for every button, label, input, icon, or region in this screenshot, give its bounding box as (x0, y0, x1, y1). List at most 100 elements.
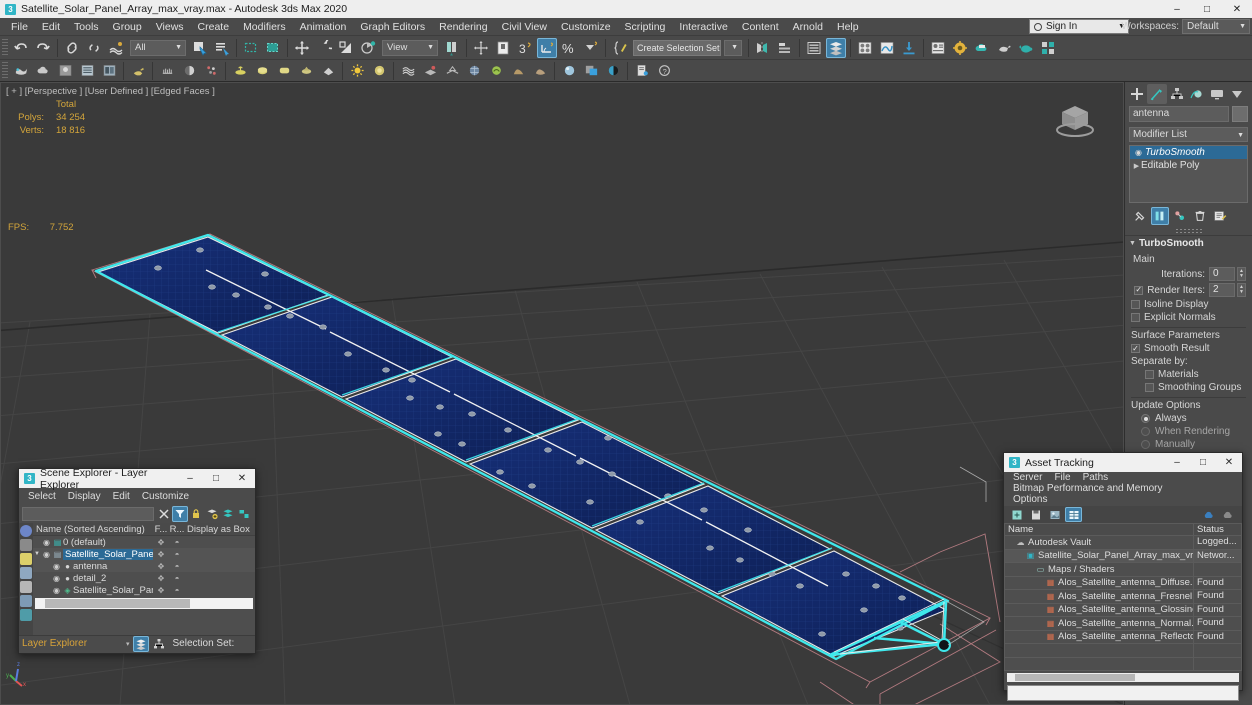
eye-icon[interactable]: ◉ (41, 550, 52, 559)
frozen-cell[interactable]: ✥ (153, 574, 169, 583)
menu-modifiers[interactable]: Modifiers (236, 18, 293, 36)
add-layer-icon[interactable] (204, 506, 220, 522)
hierarchy-mode-button[interactable] (151, 636, 167, 652)
table-row[interactable]: ▼ ◉ ▤ Satellite_Solar_Panel_Array ✥ ◓ (33, 548, 255, 560)
frozen-cell[interactable]: ✥ (153, 550, 169, 559)
vray-sphere-fade-icon[interactable] (179, 61, 199, 81)
render-iters-input[interactable]: 2 (1209, 283, 1235, 297)
rendered-frame-window-icon[interactable] (928, 38, 948, 58)
vray-clipper-icon[interactable] (398, 61, 418, 81)
se-menu-customize[interactable]: Customize (136, 491, 195, 502)
table-row[interactable]: ☁ Autodesk Vault Logged... (1004, 536, 1242, 550)
chevron-down-icon[interactable]: ▼ (33, 551, 41, 557)
table-row[interactable] (1004, 657, 1242, 671)
explicit-normals-checkbox[interactable] (1131, 313, 1140, 322)
select-and-place-icon[interactable] (358, 38, 378, 58)
undo-icon[interactable] (11, 38, 31, 58)
iterations-spinner[interactable]: ▲ ▼ (1237, 267, 1246, 281)
vray-light-lister-icon[interactable] (77, 61, 97, 81)
select-and-scale-icon[interactable] (336, 38, 356, 58)
always-radio[interactable] (1141, 414, 1150, 423)
scene-explorer-hscrollbar[interactable] (35, 598, 253, 609)
se-menu-edit[interactable]: Edit (107, 491, 136, 502)
lock-icon[interactable] (188, 506, 204, 522)
column-display-as-box[interactable]: Display as Box (185, 524, 255, 535)
pin-stack-icon[interactable] (1131, 207, 1149, 225)
menu-views[interactable]: Views (149, 18, 191, 36)
vray-sky-icon[interactable] (369, 61, 389, 81)
use-pivot-point-center-icon[interactable] (442, 38, 462, 58)
modifier-list-dropdown[interactable]: Modifier List ▼ (1129, 127, 1248, 142)
vray-enmesh-icon[interactable] (464, 61, 484, 81)
save-assets-icon[interactable] (1027, 507, 1044, 522)
lights-filter-icon[interactable] (20, 553, 32, 565)
manually-radio[interactable] (1141, 440, 1150, 449)
select-by-layer-icon[interactable] (236, 506, 252, 522)
vray-texture-icon[interactable] (581, 61, 601, 81)
layer-mode-button[interactable] (132, 635, 149, 652)
select-and-move-icon[interactable] (292, 38, 312, 58)
vray-volume-icon[interactable] (530, 61, 550, 81)
scene-explorer-minimize-button[interactable]: – (177, 469, 203, 488)
unlink-selection-icon[interactable] (84, 38, 104, 58)
chevron-down-icon[interactable]: ▾ (126, 640, 130, 648)
asset-tracking-table[interactable]: Name Status ☁ Autodesk Vault Logged... ▣ S… (1004, 523, 1242, 671)
turbosmooth-rollout-header[interactable]: ▼ TurboSmooth (1125, 235, 1252, 251)
at-menu-server[interactable]: Server (1007, 472, 1048, 483)
vray-light-dome-icon[interactable] (230, 61, 250, 81)
display-tab[interactable] (1207, 84, 1227, 104)
explicit-normals-row[interactable]: Explicit Normals (1131, 312, 1246, 323)
render-in-cloud-icon[interactable] (972, 38, 992, 58)
menu-graph-editors[interactable]: Graph Editors (353, 18, 432, 36)
scene-explorer-list[interactable]: Name (Sorted Ascending) F... R... Displa… (33, 523, 255, 635)
table-row[interactable]: ▦Alos_Satellite_antenna_Fresnel.png Foun… (1004, 590, 1242, 604)
reference-coordinate-system-dropdown[interactable]: View ▼ (382, 39, 438, 56)
object-name-input[interactable]: antenna (1129, 106, 1229, 122)
when-rendering-radio[interactable] (1141, 427, 1150, 436)
menu-content[interactable]: Content (735, 18, 786, 36)
rectangular-selection-region-icon[interactable] (241, 38, 261, 58)
update-always-row[interactable]: Always (1141, 413, 1246, 424)
update-when-rendering-row[interactable]: When Rendering (1141, 426, 1246, 437)
render-setup-icon[interactable] (899, 38, 919, 58)
toolbar-grip[interactable] (2, 61, 8, 80)
scene-explorer-close-button[interactable]: ✕ (229, 469, 255, 488)
update-manually-row[interactable]: Manually (1141, 439, 1246, 450)
motion-tab[interactable] (1187, 84, 1207, 104)
object-color-swatch[interactable] (1232, 106, 1248, 122)
selection-filter-dropdown[interactable]: All ▼ (130, 39, 186, 56)
configure-modifier-sets-icon[interactable] (1211, 207, 1229, 225)
layer-explorer-icon[interactable] (775, 38, 795, 58)
vray-decal-icon[interactable] (442, 61, 462, 81)
menu-customize[interactable]: Customize (554, 18, 618, 36)
select-and-rotate-icon[interactable] (314, 38, 334, 58)
at-menu-bitmap-performance[interactable]: Bitmap Performance and Memory (1007, 483, 1169, 494)
frozen-cell[interactable]: ✥ (153, 586, 169, 595)
layer-manager-icon[interactable] (826, 37, 846, 58)
remove-modifier-icon[interactable] (1191, 207, 1209, 225)
scene-explorer-maximize-button[interactable]: □ (203, 469, 229, 488)
materials-checkbox[interactable] (1145, 370, 1154, 379)
filter-funnel-icon[interactable] (172, 505, 188, 522)
percent-snap-toggle-icon[interactable]: % (559, 38, 579, 58)
bones-filter-icon[interactable] (20, 609, 32, 621)
mirror-geometry-icon[interactable] (753, 38, 773, 58)
helpers-filter-icon[interactable] (20, 581, 32, 593)
vault-login-icon[interactable] (1200, 507, 1217, 522)
menu-scripting[interactable]: Scripting (618, 18, 673, 36)
refresh-assets-icon[interactable] (1008, 507, 1025, 522)
render-production-icon[interactable] (950, 38, 970, 58)
modifier-stack-item-editable-poly[interactable]: ▶ Editable Poly (1130, 159, 1247, 172)
eye-icon[interactable]: ◉ (1132, 148, 1145, 157)
table-row[interactable]: ▣Satellite_Solar_Panel_Array_max_vray.ma… (1004, 549, 1242, 563)
named-selection-sets-dropdown[interactable]: ▼ (724, 39, 742, 56)
se-menu-display[interactable]: Display (62, 491, 107, 502)
menu-tools[interactable]: Tools (67, 18, 106, 36)
vray-light-sphere-icon[interactable] (252, 61, 272, 81)
panel-divider[interactable] (1175, 229, 1202, 233)
sort-layers-icon[interactable] (220, 506, 236, 522)
renderable-cell[interactable]: ◓ (169, 538, 185, 547)
column-status[interactable]: Status (1194, 523, 1242, 536)
isoline-display-checkbox[interactable] (1131, 300, 1140, 309)
renderable-cell[interactable]: ◓ (169, 562, 185, 571)
